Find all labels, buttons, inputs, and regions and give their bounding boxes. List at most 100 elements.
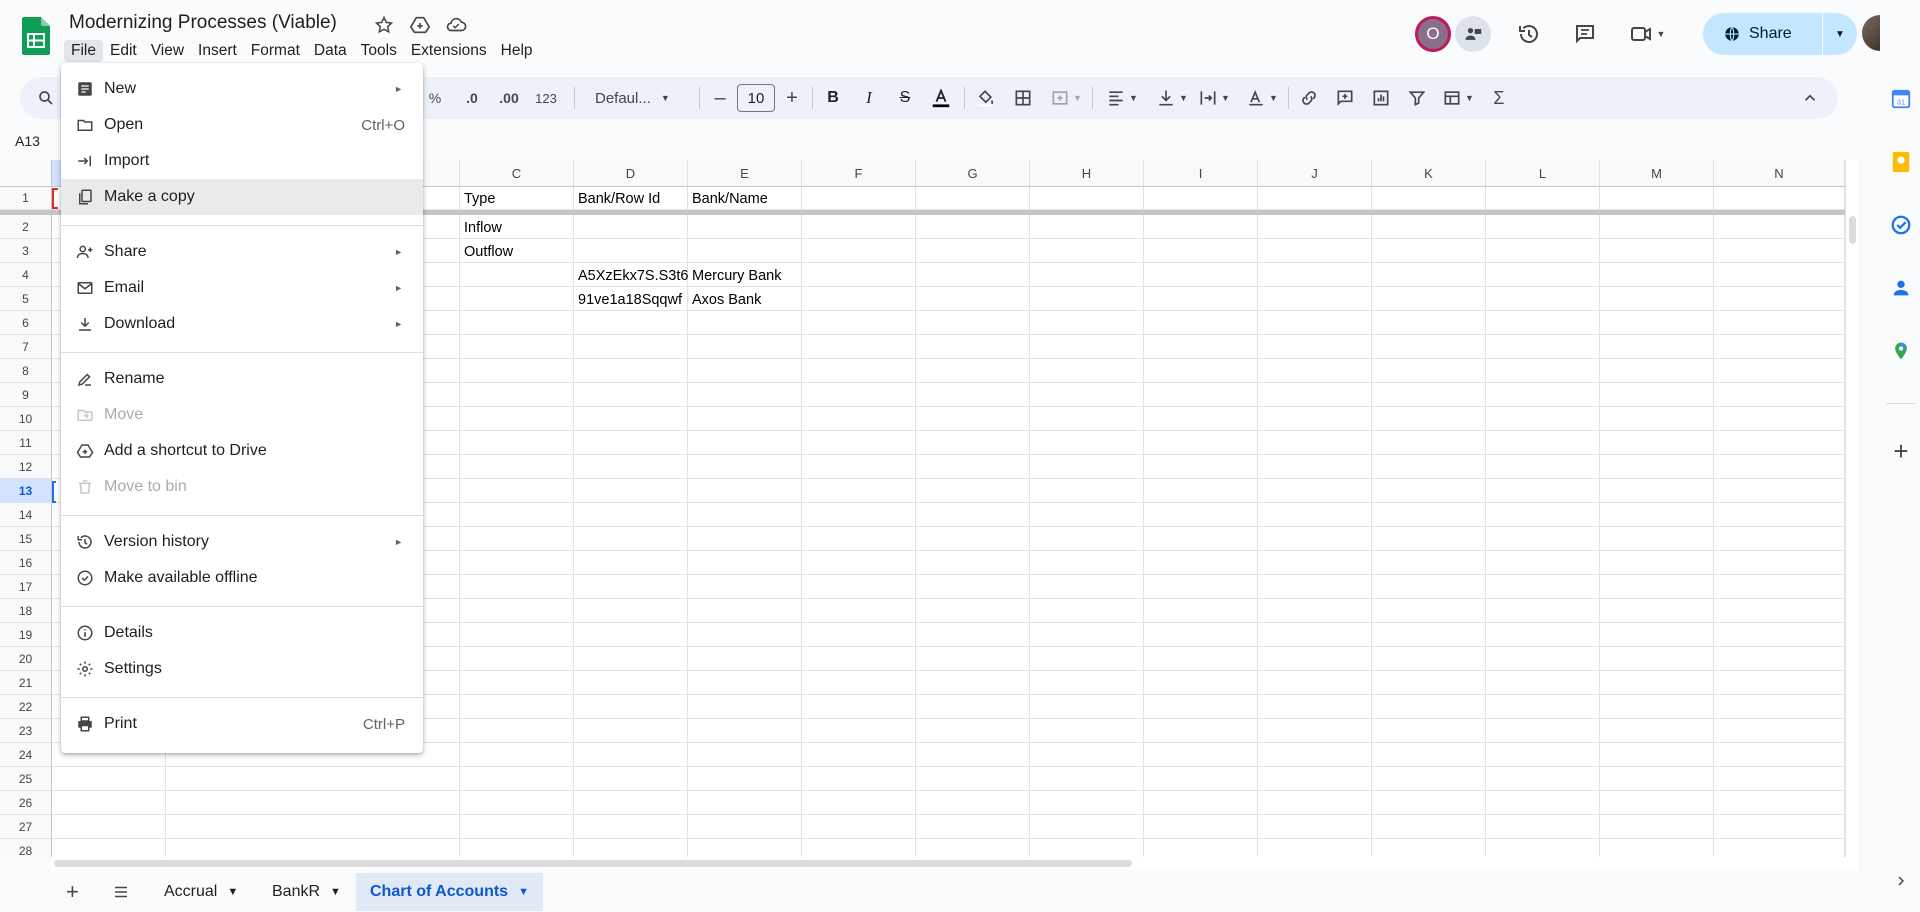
search-menus-icon[interactable] xyxy=(34,77,58,119)
scrollbar-thumb[interactable] xyxy=(54,860,1132,867)
menu-item-print[interactable]: Print Ctrl+P xyxy=(61,706,423,742)
row-header-4[interactable]: 4 xyxy=(0,263,52,287)
menu-item-new[interactable]: New ► xyxy=(61,71,423,107)
functions-sigma-icon[interactable]: Σ xyxy=(1486,77,1512,119)
table-views-icon[interactable]: ▼ xyxy=(1438,77,1478,119)
cloud-saved-icon[interactable] xyxy=(444,13,468,37)
select-all-corner[interactable] xyxy=(0,160,52,187)
menu-help[interactable]: Help xyxy=(494,40,540,62)
column-header-c[interactable]: C xyxy=(460,160,574,187)
italic-icon[interactable]: I xyxy=(856,77,882,119)
sheet-tab-chart-of-accounts[interactable]: Chart of Accounts ▼ xyxy=(356,873,543,911)
row-header-25[interactable]: 25 xyxy=(0,767,52,791)
font-size-input[interactable]: 10 xyxy=(737,84,775,112)
row-header-5[interactable]: 5 xyxy=(0,287,52,311)
fill-color-icon[interactable] xyxy=(972,77,998,119)
insert-chart-icon[interactable] xyxy=(1368,77,1394,119)
menu-item-email[interactable]: Email ► xyxy=(61,270,423,306)
move-to-drive-icon[interactable] xyxy=(408,13,432,37)
row-header-12[interactable]: 12 xyxy=(0,455,52,479)
menu-item-details[interactable]: Details xyxy=(61,615,423,651)
comments-icon[interactable] xyxy=(1565,14,1605,54)
column-header-j[interactable]: J xyxy=(1258,160,1372,187)
star-icon[interactable] xyxy=(372,13,396,37)
name-box[interactable]: A13 xyxy=(0,128,54,156)
merge-cells-icon[interactable]: ▼ xyxy=(1046,77,1086,119)
collapse-toolbar-icon[interactable] xyxy=(1796,77,1824,119)
text-rotation-icon[interactable]: ▼ xyxy=(1242,77,1282,119)
row-header-16[interactable]: 16 xyxy=(0,551,52,575)
column-header-i[interactable]: I xyxy=(1144,160,1258,187)
row-header-27[interactable]: 27 xyxy=(0,815,52,839)
text-wrapping-icon[interactable]: ▼ xyxy=(1194,77,1234,119)
cell-c1[interactable]: Type xyxy=(460,189,574,209)
all-sheets-icon[interactable] xyxy=(98,873,144,911)
column-header-l[interactable]: L xyxy=(1486,160,1600,187)
menu-extensions[interactable]: Extensions xyxy=(404,40,494,62)
row-header-10[interactable]: 10 xyxy=(0,407,52,431)
column-header-e[interactable]: E xyxy=(688,160,802,187)
column-header-k[interactable]: K xyxy=(1372,160,1486,187)
menu-tools[interactable]: Tools xyxy=(354,40,404,62)
calendar-icon[interactable]: 31 xyxy=(1890,88,1912,110)
column-header-n[interactable]: N xyxy=(1714,160,1845,187)
menu-edit[interactable]: Edit xyxy=(103,40,144,62)
row-header-1[interactable]: 1 xyxy=(0,187,52,210)
strikethrough-icon[interactable]: S xyxy=(892,77,918,119)
column-header-g[interactable]: G xyxy=(916,160,1030,187)
row-header-22[interactable]: 22 xyxy=(0,695,52,719)
text-color-icon[interactable] xyxy=(928,77,954,119)
menu-item-version-history[interactable]: Version history ► xyxy=(61,524,423,560)
row-header-24[interactable]: 24 xyxy=(0,743,52,767)
horizontal-align-icon[interactable]: ▼ xyxy=(1102,77,1142,119)
row-header-28[interactable]: 28 xyxy=(0,839,52,857)
menu-view[interactable]: View xyxy=(144,40,191,62)
maps-icon[interactable] xyxy=(1890,340,1912,362)
row-header-26[interactable]: 26 xyxy=(0,791,52,815)
share-dropdown-button[interactable]: ▼ xyxy=(1823,13,1857,55)
menu-item-make-a-copy[interactable]: Make a copy xyxy=(61,179,423,215)
column-header-h[interactable]: H xyxy=(1030,160,1144,187)
menu-item-move-to-bin[interactable]: Move to bin xyxy=(61,469,423,505)
borders-icon[interactable] xyxy=(1010,77,1036,119)
menu-item-rename[interactable]: Rename xyxy=(61,361,423,397)
sheet-tab-bankr[interactable]: BankR ▼ xyxy=(258,873,355,911)
menu-item-share[interactable]: Share ► xyxy=(61,234,423,270)
decrease-decimal-button[interactable]: .0 xyxy=(457,77,487,119)
filter-icon[interactable] xyxy=(1404,77,1430,119)
row-header-2[interactable]: 2 xyxy=(0,215,52,239)
row-header-17[interactable]: 17 xyxy=(0,575,52,599)
insert-comment-icon[interactable] xyxy=(1332,77,1358,119)
cell-e4[interactable]: Mercury Bank xyxy=(688,266,802,286)
scrollbar-thumb[interactable] xyxy=(1849,216,1856,244)
collaborators-icon[interactable] xyxy=(1455,16,1491,52)
row-header-21[interactable]: 21 xyxy=(0,671,52,695)
get-addons-plus-icon[interactable]: + xyxy=(1890,436,1912,466)
cell-c2[interactable]: Inflow xyxy=(460,218,574,238)
row-header-13[interactable]: 13 xyxy=(0,479,52,503)
menu-item-import[interactable]: Import xyxy=(61,143,423,179)
row-header-20[interactable]: 20 xyxy=(0,647,52,671)
share-button[interactable]: Share xyxy=(1703,13,1822,55)
sheet-tab-accrual[interactable]: Accrual ▼ xyxy=(150,873,252,911)
tasks-icon[interactable] xyxy=(1890,214,1912,236)
format-percent-button[interactable]: % xyxy=(423,77,447,119)
contacts-icon[interactable] xyxy=(1890,277,1912,299)
font-select[interactable]: Defaul... ▼ xyxy=(595,85,691,111)
menu-item-add-shortcut[interactable]: Add a shortcut to Drive xyxy=(61,433,423,469)
column-header-m[interactable]: M xyxy=(1600,160,1714,187)
document-title[interactable]: Modernizing Processes (Viable) xyxy=(69,12,337,34)
menu-file[interactable]: File xyxy=(64,40,103,62)
row-header-3[interactable]: 3 xyxy=(0,239,52,263)
meet-icon[interactable]: ▼ xyxy=(1621,14,1673,54)
menu-insert[interactable]: Insert xyxy=(191,40,244,62)
row-header-11[interactable]: 11 xyxy=(0,431,52,455)
menu-item-settings[interactable]: Settings xyxy=(61,651,423,687)
menu-format[interactable]: Format xyxy=(244,40,307,62)
cell-c3[interactable]: Outflow xyxy=(460,242,574,262)
bold-icon[interactable]: B xyxy=(820,77,846,119)
column-header-f[interactable]: F xyxy=(802,160,916,187)
version-history-icon[interactable] xyxy=(1509,14,1549,54)
decrease-font-size-icon[interactable]: – xyxy=(708,77,732,119)
keep-icon[interactable] xyxy=(1890,151,1912,173)
